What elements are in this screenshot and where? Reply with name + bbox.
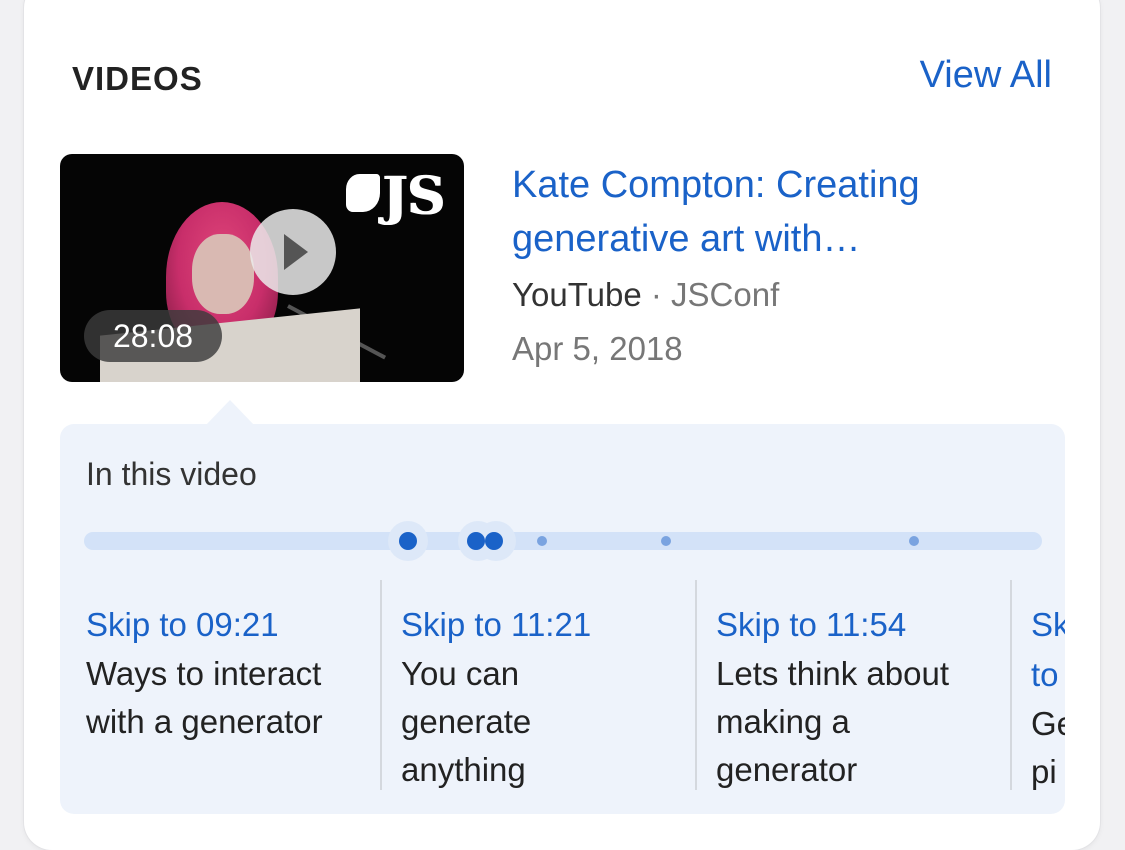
panel-pointer	[206, 400, 254, 425]
video-title-line1: Kate Compton: Creating	[512, 164, 920, 206]
timeline-marker-4[interactable]	[537, 536, 547, 546]
view-all-link[interactable]: View All	[920, 54, 1052, 97]
timeline-marker-2[interactable]	[467, 532, 485, 550]
key-moment-skip-link[interactable]: Skip to 11:21	[401, 600, 601, 650]
key-moment-description: Lets think about making a generator	[716, 655, 949, 788]
key-moment-item[interactable]: Skip to 11:54 Lets think about making a …	[716, 600, 996, 810]
key-moment-description: You can generate anything	[401, 655, 532, 788]
moment-divider	[695, 580, 697, 790]
moment-divider	[380, 580, 382, 790]
timeline-marker-1[interactable]	[399, 532, 417, 550]
video-meta: YouTube · JSConf	[512, 276, 779, 314]
video-source: YouTube	[512, 276, 642, 313]
play-icon[interactable]	[250, 209, 336, 295]
key-moment-item[interactable]: Skip to 09:21 Ways to interact with a ge…	[86, 600, 376, 810]
key-moments-panel: In this video Skip to 09:21 Ways to inte…	[60, 424, 1065, 814]
duration-badge: 28:08	[84, 310, 222, 362]
videos-card: VIDEOS View All JS 28:08 Kate Compton: C…	[24, 0, 1100, 850]
key-moments-heading: In this video	[86, 456, 257, 492]
section-title: VIDEOS	[72, 60, 203, 97]
timeline-marker-3[interactable]	[485, 532, 503, 550]
timeline-marker-6[interactable]	[909, 536, 919, 546]
video-title-link[interactable]: Kate Compton: Creating generative art wi…	[512, 158, 1032, 266]
key-moment-item[interactable]: Skip to 11:21 You can generate anything	[401, 600, 601, 810]
video-date: Apr 5, 2018	[512, 330, 683, 367]
key-moment-description: Ge pi	[1031, 705, 1065, 790]
thumbnail-speaker-face	[192, 234, 254, 314]
key-moment-skip-link[interactable]: Skip to 09:21	[86, 600, 376, 650]
key-moment-skip-link[interactable]: Skip to	[1031, 600, 1065, 700]
video-thumbnail[interactable]: JS 28:08	[60, 154, 464, 382]
jsconf-logo-icon: JS	[346, 164, 446, 230]
key-moment-skip-link[interactable]: Skip to 11:54	[716, 600, 996, 650]
video-title-line2: generative art with…	[512, 218, 861, 260]
timeline-track[interactable]	[84, 532, 1042, 550]
key-moment-description: Ways to interact with a generator	[86, 655, 323, 740]
key-moment-item-partial[interactable]: Skip to Ge pi	[1031, 600, 1065, 810]
moment-divider	[1010, 580, 1012, 790]
timeline-marker-5[interactable]	[661, 536, 671, 546]
video-channel: JSConf	[671, 276, 780, 313]
meta-separator: ·	[641, 276, 672, 313]
